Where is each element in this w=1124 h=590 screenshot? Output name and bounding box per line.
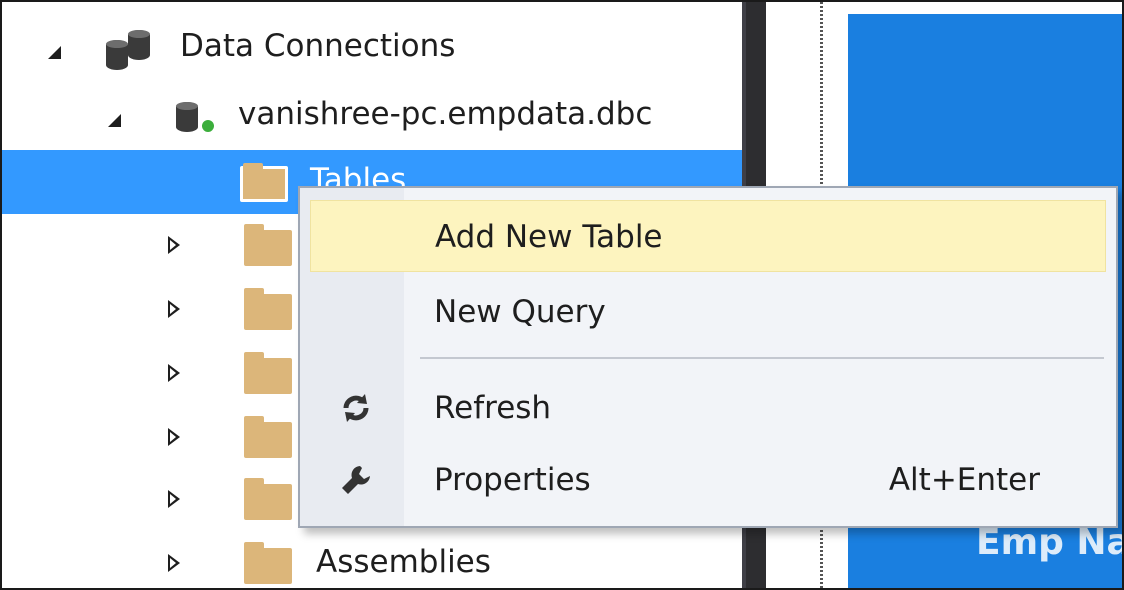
menu-item-label: Refresh	[434, 390, 552, 426]
menu-item-label: New Query	[434, 294, 606, 330]
tree-label: Assemblies	[316, 544, 491, 580]
database-icon	[128, 30, 150, 60]
menu-separator	[420, 357, 1104, 359]
connected-plug-icon	[200, 118, 216, 134]
menu-item-shortcut: Alt+Enter	[888, 462, 1040, 498]
expanded-arrow-icon[interactable]	[108, 114, 121, 127]
folder-icon	[244, 224, 292, 266]
tree-node-database[interactable]: vanishree-pc.empdata.dbc	[2, 84, 742, 148]
tree-label: Data Connections	[180, 28, 456, 64]
collapsed-arrow-icon[interactable]	[168, 300, 180, 318]
folder-icon	[244, 288, 292, 330]
menu-item-refresh[interactable]: Refresh	[310, 372, 1106, 444]
collapsed-arrow-icon[interactable]	[168, 364, 180, 382]
collapsed-arrow-icon[interactable]	[168, 236, 180, 254]
editor-partial-text: Emp Na	[976, 522, 1124, 563]
tree-node-assemblies[interactable]: Assemblies	[2, 532, 742, 588]
database-icon	[176, 102, 198, 132]
menu-item-properties[interactable]: Properties Alt+Enter	[310, 444, 1106, 516]
refresh-icon	[338, 390, 374, 426]
tree-label: vanishree-pc.empdata.dbc	[238, 96, 653, 132]
database-icon	[106, 40, 128, 70]
folder-icon	[244, 352, 292, 394]
collapsed-arrow-icon[interactable]	[168, 490, 180, 508]
menu-item-label: Properties	[434, 462, 591, 498]
folder-icon	[244, 416, 292, 458]
menu-item-new-query[interactable]: New Query	[310, 276, 1106, 348]
wrench-icon	[338, 462, 374, 498]
collapsed-arrow-icon[interactable]	[168, 554, 180, 572]
folder-icon	[244, 542, 292, 584]
folder-icon	[244, 478, 292, 520]
context-menu: Add New Table New Query Refresh Properti…	[298, 186, 1118, 528]
menu-item-label: Add New Table	[435, 219, 663, 255]
expanded-arrow-icon[interactable]	[48, 46, 61, 59]
folder-icon	[240, 163, 288, 202]
menu-item-add-new-table[interactable]: Add New Table	[310, 200, 1106, 272]
collapsed-arrow-icon[interactable]	[168, 428, 180, 446]
window-frame: Data Connections vanishree-pc.empdata.db…	[0, 0, 1124, 590]
tree-node-data-connections[interactable]: Data Connections	[2, 16, 742, 80]
